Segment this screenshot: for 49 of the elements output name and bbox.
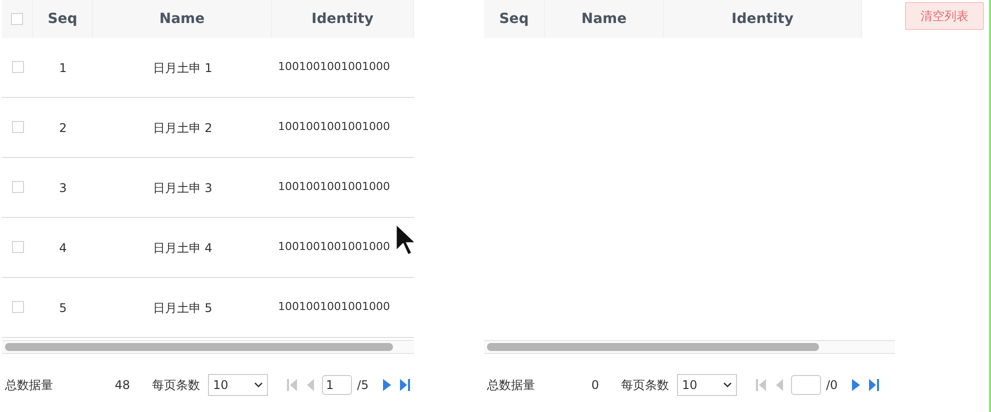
page-size-label: 每页条数 — [152, 377, 200, 394]
scrollbar-thumb[interactable] — [487, 343, 819, 351]
column-header: Name — [545, 0, 664, 38]
page-count: /5 — [357, 377, 369, 394]
table-cell-text: 日月土申 4 — [152, 240, 214, 256]
first-page-icon[interactable] — [755, 377, 767, 393]
scrollbar-thumb[interactable] — [5, 343, 393, 351]
column-header: Seq — [33, 0, 93, 38]
column-header: Name — [93, 0, 272, 38]
table-cell-text: 日月土申 1 — [152, 60, 214, 76]
page-input[interactable]: 1 — [322, 375, 352, 395]
page-input[interactable] — [791, 375, 821, 395]
checkbox[interactable] — [12, 301, 24, 313]
table-cell-text: 1001001001001000 — [278, 239, 390, 256]
total-label: 总数据量 — [486, 377, 536, 394]
page-size-select[interactable]: 10 — [677, 374, 737, 396]
first-page-icon[interactable] — [286, 377, 298, 393]
chevron-down-icon — [723, 382, 732, 388]
checkbox[interactable] — [12, 181, 24, 193]
next-page-icon[interactable] — [850, 377, 862, 393]
table-cell-text: 1001001001001000 — [278, 59, 390, 76]
table-cell-text: 日月土申 2 — [152, 120, 214, 136]
column-header: Identity — [272, 0, 414, 38]
last-page-icon[interactable] — [398, 377, 411, 393]
checkbox[interactable] — [11, 13, 23, 25]
page-size-label: 每页条数 — [621, 377, 669, 394]
table-cell-text: 5 — [58, 300, 68, 316]
table-cell-text: 3 — [58, 180, 68, 196]
chevron-down-icon — [254, 382, 263, 388]
table-cell-text: 1001001001001000 — [278, 179, 390, 196]
table-cell-text: 1001001001001000 — [278, 119, 390, 136]
checkbox[interactable] — [12, 61, 24, 73]
column-header: Seq — [484, 0, 545, 38]
table-cell-text: 4 — [58, 240, 68, 256]
column-header: Identity — [664, 0, 862, 38]
table-cell-text: 2 — [58, 120, 68, 136]
total-count: 0 — [590, 377, 599, 394]
last-page-icon[interactable] — [868, 377, 880, 393]
total-label: 总数据量 — [4, 377, 54, 394]
total-count: 48 — [114, 377, 130, 394]
checkbox[interactable] — [12, 241, 24, 253]
table-cell-text: 1001001001001000 — [278, 299, 390, 316]
page-count: /0 — [826, 377, 838, 394]
checkbox[interactable] — [12, 121, 24, 133]
page-size-select[interactable]: 10 — [208, 374, 268, 396]
table-cell-text: 日月土申 3 — [152, 180, 214, 196]
table-cell-text: 日月土申 5 — [152, 300, 214, 316]
table-cell-text: 1 — [58, 60, 68, 76]
next-page-icon[interactable] — [380, 377, 393, 393]
